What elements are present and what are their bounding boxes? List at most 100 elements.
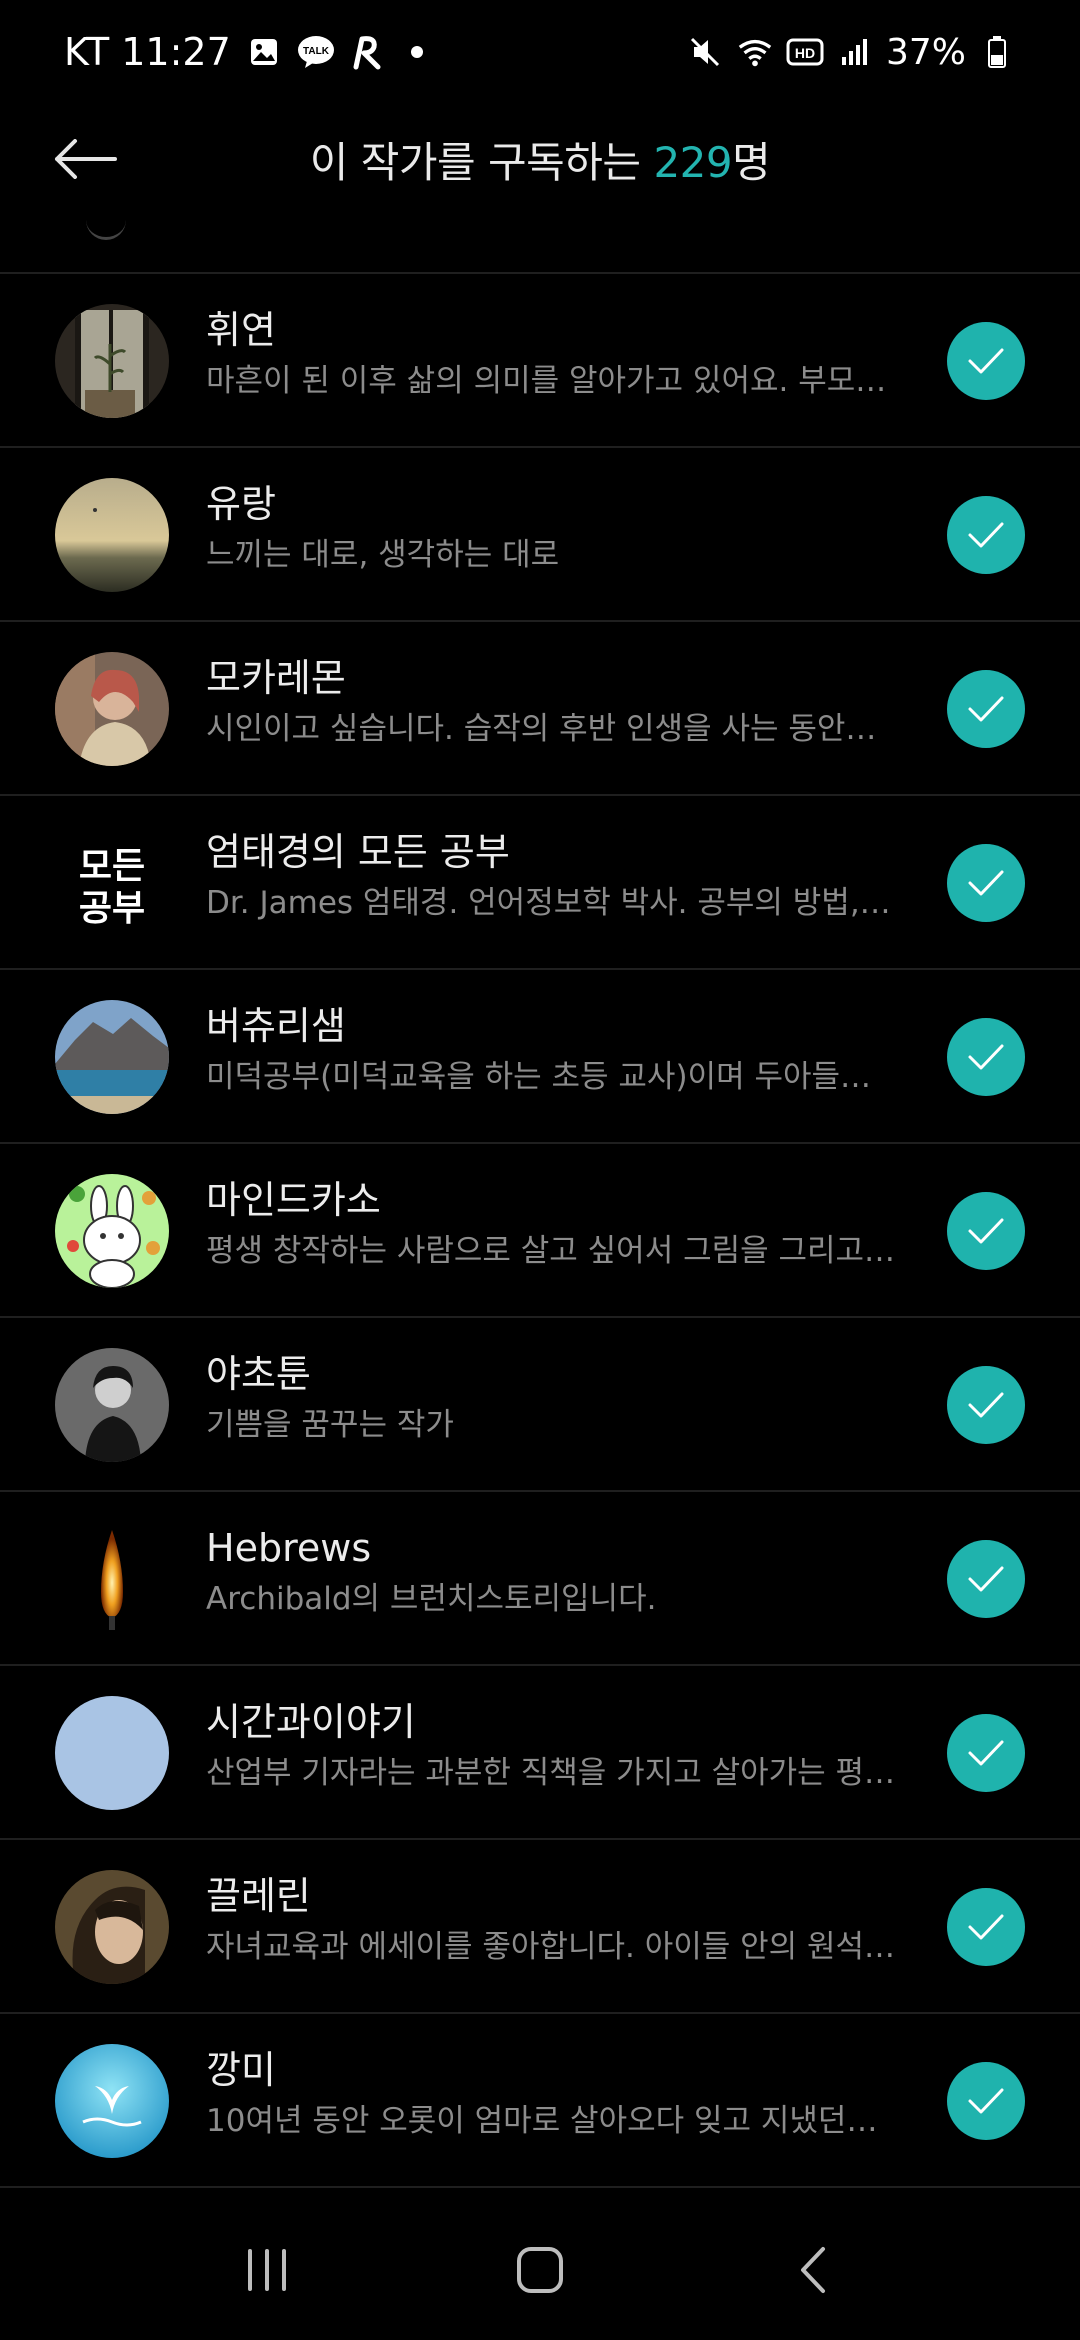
gallery-icon bbox=[245, 33, 283, 71]
subscribed-toggle-button[interactable] bbox=[947, 1192, 1025, 1270]
subscribed-toggle-button[interactable] bbox=[947, 1366, 1025, 1444]
app-header: 이 작가를 구독하는 229명 bbox=[0, 104, 1080, 214]
status-left: KT 11:27 TALK bbox=[64, 30, 423, 74]
avatar[interactable]: 모든 공부 bbox=[55, 826, 169, 940]
list-item[interactable]: Hebrews Archibald의 브런치스토리입니다. bbox=[0, 1492, 1080, 1666]
nav-back-button[interactable] bbox=[763, 2220, 863, 2320]
subscribed-toggle-button[interactable] bbox=[947, 670, 1025, 748]
subscriber-name[interactable]: 유랑 bbox=[206, 478, 916, 530]
home-button[interactable] bbox=[490, 2220, 590, 2320]
subscriber-name[interactable]: 끌레린 bbox=[206, 1870, 916, 1922]
subscriber-count: 229 bbox=[653, 137, 733, 187]
list-item[interactable]: 버츄리샘 미덕공부(미덕교육을 하는 초등 교사)이며 두아들… bbox=[0, 970, 1080, 1144]
subscriber-description: Dr. James 엄태경. 언어정보학 박사. 공부의 방법,… bbox=[206, 885, 891, 921]
svg-text:TALK: TALK bbox=[303, 46, 330, 57]
kakaotalk-icon: TALK bbox=[297, 33, 335, 71]
battery-percent: 37% bbox=[885, 31, 966, 73]
list-item[interactable]: 모카레몬 시인이고 싶습니다. 습작의 후반 인생을 사는 동안… bbox=[0, 622, 1080, 796]
check-icon bbox=[968, 2088, 1004, 2114]
list-item[interactable]: 모든 공부 엄태경의 모든 공부 Dr. James 엄태경. 언어정보학 박사.… bbox=[0, 796, 1080, 970]
subscribed-toggle-button[interactable] bbox=[947, 844, 1025, 922]
check-icon bbox=[968, 1392, 1004, 1418]
title-suffix: 명 bbox=[732, 137, 771, 187]
partial-avatar bbox=[86, 214, 126, 240]
back-button[interactable] bbox=[50, 124, 120, 194]
subscriber-name[interactable]: 버츄리샘 bbox=[206, 1000, 916, 1052]
recent-apps-button[interactable] bbox=[217, 2220, 317, 2320]
status-bar: KT 11:27 TALK HD 37% bbox=[0, 0, 1080, 104]
avatar[interactable] bbox=[55, 1348, 169, 1462]
subscriber-name[interactable]: 깡미 bbox=[206, 2044, 916, 2096]
list-item[interactable]: 유랑 느끼는 대로, 생각하는 대로 bbox=[0, 448, 1080, 622]
subscriber-name[interactable]: 시간과이야기 bbox=[206, 1696, 916, 1748]
hd-icon: HD bbox=[786, 33, 824, 71]
list-item[interactable]: 깡미 10여년 동안 오롯이 엄마로 살아오다 잊고 지냈던… bbox=[0, 2014, 1080, 2188]
page-title: 이 작가를 구독하는 229명 bbox=[0, 129, 1080, 190]
avatar[interactable] bbox=[55, 1696, 169, 1810]
home-icon bbox=[516, 2247, 563, 2293]
check-icon bbox=[968, 1218, 1004, 1244]
app-r-icon bbox=[349, 33, 387, 71]
subscriber-description: 10여년 동안 오롯이 엄마로 살아오다 잊고 지냈던… bbox=[206, 2103, 878, 2139]
check-icon bbox=[968, 348, 1004, 374]
check-icon bbox=[968, 1566, 1004, 1592]
avatar[interactable] bbox=[55, 1522, 169, 1636]
check-icon bbox=[968, 696, 1004, 722]
title-prefix: 이 작가를 구독하는 bbox=[309, 137, 654, 187]
subscriber-description: 기쁨을 꿈꾸는 작가 bbox=[206, 1407, 454, 1443]
subscribed-toggle-button[interactable] bbox=[947, 2062, 1025, 2140]
avatar[interactable] bbox=[55, 652, 169, 766]
subscriber-name[interactable]: 야초툰 bbox=[206, 1348, 916, 1400]
avatar[interactable] bbox=[55, 304, 169, 418]
avatar-text-bottom: 공부 bbox=[79, 888, 145, 929]
avatar[interactable] bbox=[55, 1870, 169, 1984]
list-item[interactable]: 마인드카소 평생 창작하는 사람으로 살고 싶어서 그림을 그리고… bbox=[0, 1144, 1080, 1318]
signal-icon bbox=[836, 33, 874, 71]
list-item[interactable]: 끌레린 자녀교육과 에세이를 좋아합니다. 아이들 안의 원석… bbox=[0, 1840, 1080, 2014]
list-item[interactable]: 휘연 마흔이 된 이후 삶의 의미를 알아가고 있어요. 부모… bbox=[0, 274, 1080, 448]
subscribed-toggle-button[interactable] bbox=[947, 1018, 1025, 1096]
subscriber-description: 시인이고 싶습니다. 습작의 후반 인생을 사는 동안… bbox=[206, 711, 877, 747]
subscriber-description: 미덕공부(미덕교육을 하는 초등 교사)이며 두아들… bbox=[206, 1059, 872, 1095]
subscriber-description: 느끼는 대로, 생각하는 대로 bbox=[206, 537, 560, 573]
wifi-icon bbox=[736, 33, 774, 71]
list-item[interactable]: 시간과이야기 산업부 기자라는 과분한 직책을 가지고 살아가는 평… bbox=[0, 1666, 1080, 1840]
subscriber-description: 자녀교육과 에세이를 좋아합니다. 아이들 안의 원석… bbox=[206, 1929, 896, 1965]
subscribed-toggle-button[interactable] bbox=[947, 1888, 1025, 1966]
subscriber-name[interactable]: 모카레몬 bbox=[206, 652, 916, 704]
arrow-left-icon bbox=[55, 139, 117, 179]
subscriber-description: Archibald의 브런치스토리입니다. bbox=[206, 1581, 657, 1617]
avatar[interactable] bbox=[55, 478, 169, 592]
subscriber-name[interactable]: 휘연 bbox=[206, 304, 916, 356]
check-icon bbox=[968, 1914, 1004, 1940]
chevron-left-icon bbox=[801, 2247, 826, 2293]
check-icon bbox=[968, 522, 1004, 548]
subscribed-toggle-button[interactable] bbox=[947, 1714, 1025, 1792]
avatar[interactable] bbox=[55, 1174, 169, 1288]
subscriber-description: 평생 창작하는 사람으로 살고 싶어서 그림을 그리고… bbox=[206, 1233, 896, 1269]
subscriber-name[interactable]: 마인드카소 bbox=[206, 1174, 916, 1226]
check-icon bbox=[968, 870, 1004, 896]
svg-text:HD: HD bbox=[795, 45, 815, 61]
recent-apps-icon bbox=[247, 2249, 286, 2291]
check-icon bbox=[968, 1044, 1004, 1070]
avatar[interactable] bbox=[55, 1000, 169, 1114]
system-nav-bar bbox=[0, 2200, 1080, 2340]
battery-icon bbox=[978, 33, 1016, 71]
subscribed-toggle-button[interactable] bbox=[947, 1540, 1025, 1618]
avatar-text-top: 모든 bbox=[79, 846, 145, 887]
subscribed-toggle-button[interactable] bbox=[947, 322, 1025, 400]
check-icon bbox=[968, 1740, 1004, 1766]
notification-dot-icon bbox=[410, 46, 423, 58]
mute-icon bbox=[686, 33, 724, 71]
subscriber-name[interactable]: 엄태경의 모든 공부 bbox=[206, 826, 916, 878]
subscriber-description: 산업부 기자라는 과분한 직책을 가지고 살아가는 평… bbox=[206, 1755, 896, 1791]
avatar[interactable] bbox=[55, 2044, 169, 2158]
list-item[interactable]: 야초툰 기쁨을 꿈꾸는 작가 bbox=[0, 1318, 1080, 1492]
subscribed-toggle-button[interactable] bbox=[947, 496, 1025, 574]
status-right: HD 37% bbox=[686, 32, 1016, 73]
subscriber-description: 마흔이 된 이후 삶의 의미를 알아가고 있어요. 부모… bbox=[206, 363, 887, 399]
subscriber-name[interactable]: Hebrews bbox=[206, 1522, 916, 1574]
subscriber-list: 휘연 마흔이 된 이후 삶의 의미를 알아가고 있어요. 부모… 유랑 느끼는 … bbox=[0, 274, 1080, 2188]
carrier-time: KT 11:27 bbox=[64, 30, 231, 74]
